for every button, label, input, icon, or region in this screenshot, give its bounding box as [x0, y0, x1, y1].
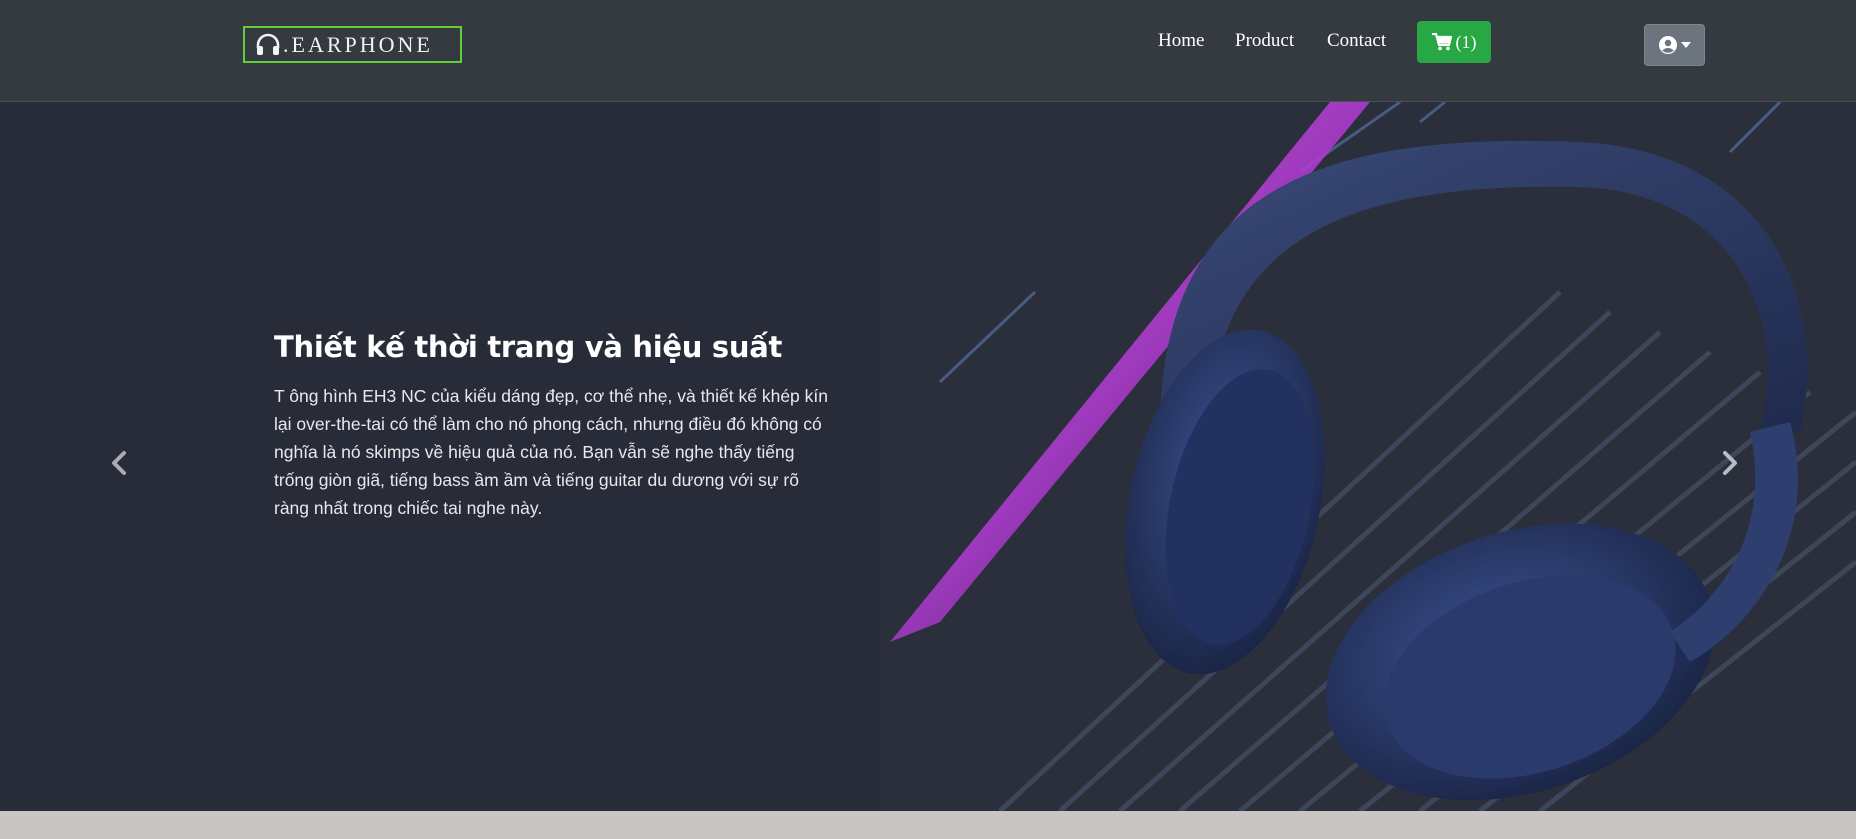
page-footer-strip [0, 811, 1856, 839]
chevron-left-icon[interactable] [100, 443, 140, 483]
brand-logo[interactable]: .EARPHONE [243, 26, 462, 63]
cart-count: (1) [1455, 31, 1477, 52]
chevron-right-icon[interactable] [1709, 443, 1749, 483]
brand-text: .EARPHONE [283, 31, 433, 57]
carousel-caption: Thiết kế thời trang và hiệu suất T ông h… [274, 330, 834, 522]
carousel-title: Thiết kế thời trang và hiệu suất [274, 330, 783, 364]
navbar: .EARPHONE Home Product Contact (1) [0, 0, 1856, 102]
nav-link-contact[interactable]: Contact [1327, 30, 1386, 52]
nav-link-product[interactable]: Product [1235, 30, 1294, 52]
caret-down-icon [1680, 42, 1691, 48]
cart-button[interactable]: (1) [1417, 21, 1491, 63]
headphones-icon [256, 33, 280, 55]
carousel-description: T ông hình EH3 NC của kiểu dáng đẹp, cơ … [274, 386, 829, 518]
shopping-cart-icon [1431, 33, 1452, 51]
hero-carousel: Thiết kế thời trang và hiệu suất T ông h… [0, 102, 1856, 811]
user-menu-button[interactable] [1644, 24, 1705, 66]
user-circle-icon [1658, 36, 1677, 54]
nav-link-home[interactable]: Home [1158, 30, 1204, 52]
